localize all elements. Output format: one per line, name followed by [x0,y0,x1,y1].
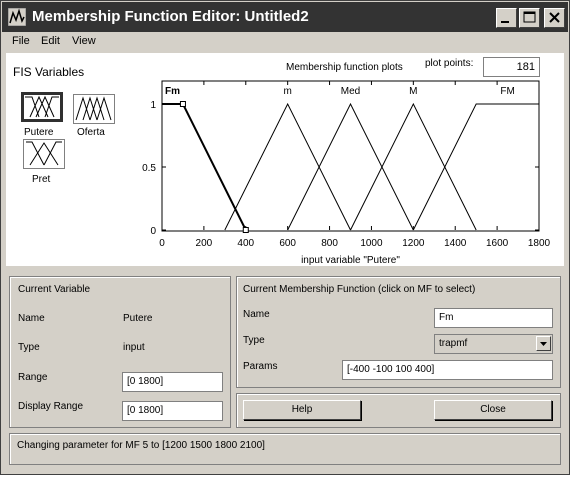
mf-label-med: Med [341,86,360,97]
mf-label-m: m [283,86,291,97]
cv-range-label: Range [18,372,48,383]
display-range-input[interactable]: [0 1800] [122,401,223,421]
chevron-down-icon[interactable] [536,336,551,351]
range-input[interactable]: [0 1800] [122,372,223,392]
mf-name-label: Name [243,309,270,320]
cv-name-label: Name [18,313,45,324]
help-button[interactable]: Help [243,400,361,420]
mf-plot[interactable]: 0 200 400 600 800 1000 1200 1400 1600 1800 0 0.5 1 in… [1,1,571,271]
x-tick-label: 400 [237,238,254,249]
mf-label-fm: FM [500,86,514,97]
x-tick-label: 1400 [444,238,467,249]
mf-type-value: trapmf [439,338,468,349]
current-mf-heading: Current Membership Function (click on MF… [243,284,476,295]
x-tick-label: 1000 [360,238,383,249]
current-variable-heading: Current Variable [18,284,91,295]
mf-vertex-handle [242,227,249,233]
cv-type-label: Type [18,342,40,353]
x-tick-label: 0 [159,238,165,249]
x-tick-label: 1600 [486,238,509,249]
cv-type-value: input [123,342,145,353]
mf-name-input[interactable]: Fm [434,308,553,328]
x-tick-label: 600 [279,238,296,249]
mf-label-m: M [409,86,417,97]
mf-label-fm: Fm [165,86,180,97]
x-tick-label: 1200 [402,238,425,249]
close-button[interactable]: Close [434,400,552,420]
mf-editor-window: Membership Function Editor: Untitled2 Fi… [0,0,570,475]
mf-type-label: Type [243,335,265,346]
x-tick-label: 800 [321,238,338,249]
y-tick-label: 1 [150,100,156,111]
cv-display-range-label: Display Range [18,401,84,412]
mf-params-label: Params [243,361,278,372]
mf-params-input[interactable]: [-400 -100 100 400] [342,360,553,380]
dropdown-arrow-icon [540,342,547,346]
mf-type-select[interactable]: trapmf [434,334,553,354]
y-tick-label: 0.5 [142,163,156,174]
x-axis-label: input variable "Putere" [301,255,400,266]
x-tick-label: 1800 [528,238,551,249]
status-text: Changing parameter for MF 5 to [1200 150… [17,440,265,451]
cv-name-value: Putere [123,313,153,324]
y-tick-label: 0 [150,226,156,237]
x-tick-label: 200 [196,238,213,249]
mf-vertex-handle [179,101,186,107]
